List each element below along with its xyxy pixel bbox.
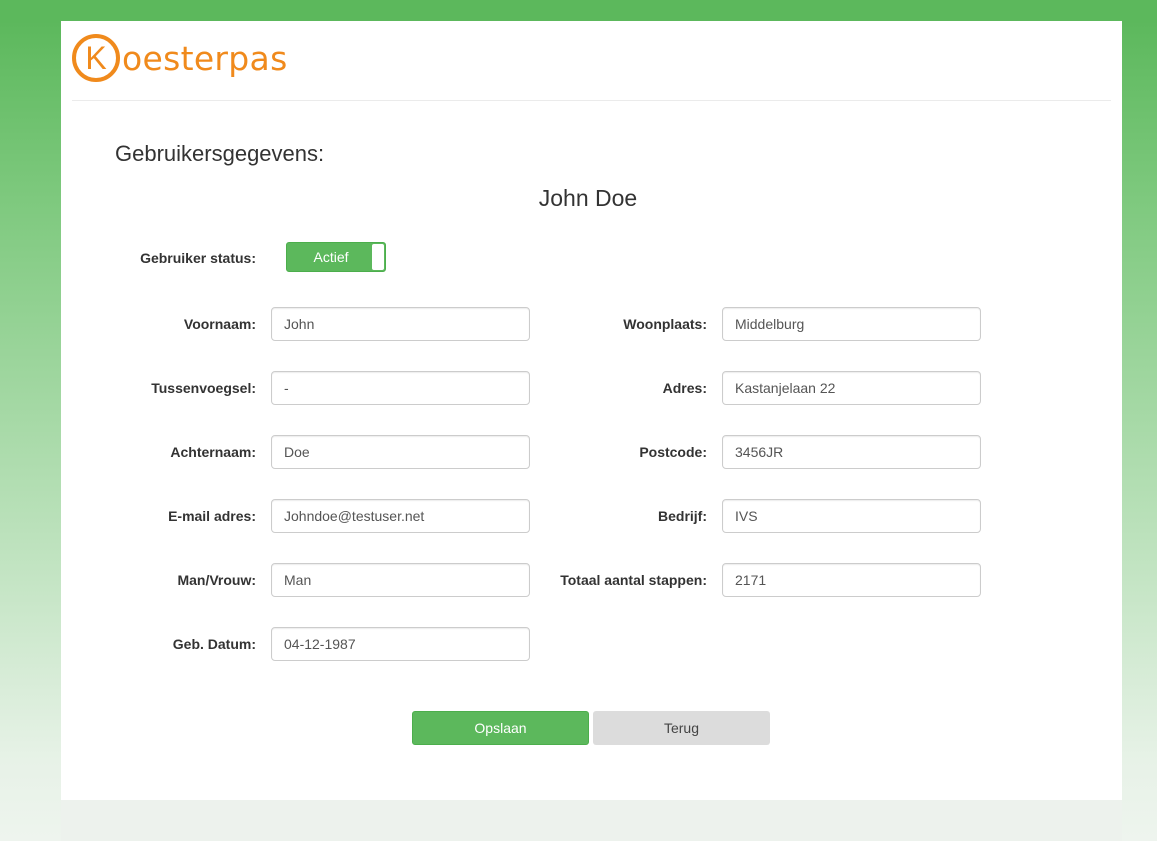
birthdate-label: Geb. Datum: bbox=[172, 636, 256, 652]
birthdate-input[interactable] bbox=[271, 627, 530, 661]
panel-footer bbox=[61, 800, 1122, 841]
logo-k-icon: K bbox=[72, 34, 120, 82]
woonplaats-input[interactable] bbox=[722, 307, 981, 341]
status-label: Gebruiker status: bbox=[140, 250, 256, 266]
adres-input[interactable] bbox=[722, 371, 981, 405]
email-label: E-mail adres: bbox=[168, 508, 256, 524]
woonplaats-label: Woonplaats: bbox=[623, 316, 707, 332]
tussenvoegsel-label: Tussenvoegsel: bbox=[151, 380, 256, 396]
user-name-heading: John Doe bbox=[538, 185, 638, 211]
voornaam-label: Voornaam: bbox=[183, 316, 256, 332]
bedrijf-input[interactable] bbox=[722, 499, 981, 533]
main-panel: K oesterpas Gebruikersgegevens: John Doe… bbox=[61, 21, 1122, 800]
logo-text: oesterpas bbox=[122, 38, 288, 78]
bedrijf-label: Bedrijf: bbox=[658, 508, 707, 524]
status-toggle[interactable]: Actief bbox=[286, 242, 386, 272]
header: K oesterpas bbox=[72, 21, 1111, 101]
back-button[interactable]: Terug bbox=[593, 711, 770, 745]
page-title: Gebruikersgegevens: bbox=[115, 141, 325, 166]
postcode-label: Postcode: bbox=[639, 444, 707, 460]
stappen-input[interactable] bbox=[722, 563, 981, 597]
adres-label: Adres: bbox=[662, 380, 707, 396]
achternaam-label: Achternaam: bbox=[170, 444, 256, 460]
status-toggle-label: Actief bbox=[313, 249, 349, 265]
toggle-knob bbox=[372, 244, 384, 270]
postcode-input[interactable] bbox=[722, 435, 981, 469]
stappen-label: Totaal aantal stappen: bbox=[560, 572, 707, 588]
koesterpas-logo[interactable]: K oesterpas bbox=[72, 33, 288, 83]
gender-label: Man/Vrouw: bbox=[177, 572, 256, 588]
save-button[interactable]: Opslaan bbox=[412, 711, 589, 745]
